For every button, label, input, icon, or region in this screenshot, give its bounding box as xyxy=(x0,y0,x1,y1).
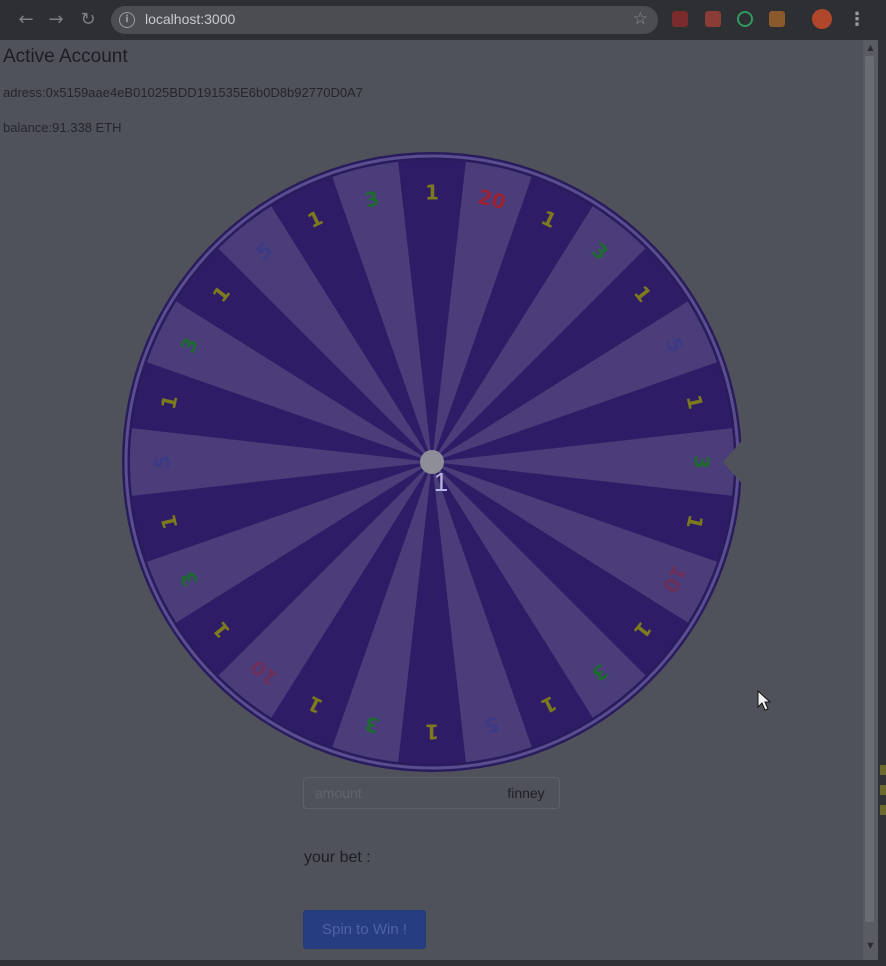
page-content: Active Account adress:0x5159aae4eB01025B… xyxy=(0,40,863,960)
wheel-segment-label: 5 xyxy=(151,455,175,469)
profile-avatar-icon[interactable] xyxy=(812,9,832,29)
scroll-up-icon[interactable]: ▲ xyxy=(863,42,878,54)
address-bar[interactable]: i localhost:3000 ☆ xyxy=(111,6,658,34)
kebab-menu-icon[interactable]: ⋮ xyxy=(848,9,866,31)
extension-icon[interactable] xyxy=(737,11,753,27)
amount-input[interactable] xyxy=(304,778,494,808)
forward-button[interactable]: → xyxy=(44,8,68,32)
star-icon[interactable]: ☆ xyxy=(633,9,648,29)
window-bottom-edge xyxy=(0,960,878,966)
url-text[interactable]: localhost:3000 xyxy=(145,11,235,27)
your-bet-label: your bet : xyxy=(304,849,371,866)
wheel-graphic: 1 201315131101315131101315131513 1 xyxy=(122,152,745,772)
spin-button[interactable]: Spin to Win ! xyxy=(303,910,426,949)
amount-input-group: finney xyxy=(303,777,560,809)
metamask-fox-icon[interactable] xyxy=(769,11,785,27)
browser-toolbar: ← → ↻ i localhost:3000 ☆ ⋮ xyxy=(0,0,886,40)
wheel-center-value: 1 xyxy=(434,467,448,497)
extension-icon[interactable] xyxy=(705,11,721,27)
account-balance: balance:91.338 ETH xyxy=(3,120,122,135)
mouse-cursor-icon xyxy=(757,690,771,711)
info-icon[interactable]: i xyxy=(119,12,135,28)
ublock-icon[interactable] xyxy=(672,11,688,27)
edge-marker xyxy=(880,765,886,775)
wheel-segment-label: 3 xyxy=(690,455,714,469)
amount-unit: finney xyxy=(507,785,545,801)
account-heading: Active Account xyxy=(3,46,128,67)
wheel-segment-label: 1 xyxy=(425,181,439,205)
vertical-scrollbar[interactable]: ▲ ▼ xyxy=(863,40,878,960)
scrollbar-thumb[interactable] xyxy=(865,56,874,922)
scroll-down-icon[interactable]: ▼ xyxy=(863,940,878,952)
prize-wheel[interactable]: 1 20 1 3 1 5 1 3 1 10 1 3 1 5 1 3 1 10 1 3 1 5 1 3 1 5 1 3 1 xyxy=(119,149,745,775)
wheel-segment-label: 1 xyxy=(425,720,439,744)
back-button[interactable]: ← xyxy=(14,8,38,32)
edge-marker xyxy=(880,785,886,795)
edge-marker xyxy=(880,805,886,815)
window-edge xyxy=(878,40,886,966)
account-address: adress:0x5159aae4eB01025BDD191535E6b0D8b… xyxy=(3,85,363,100)
reload-button[interactable]: ↻ xyxy=(76,8,100,32)
